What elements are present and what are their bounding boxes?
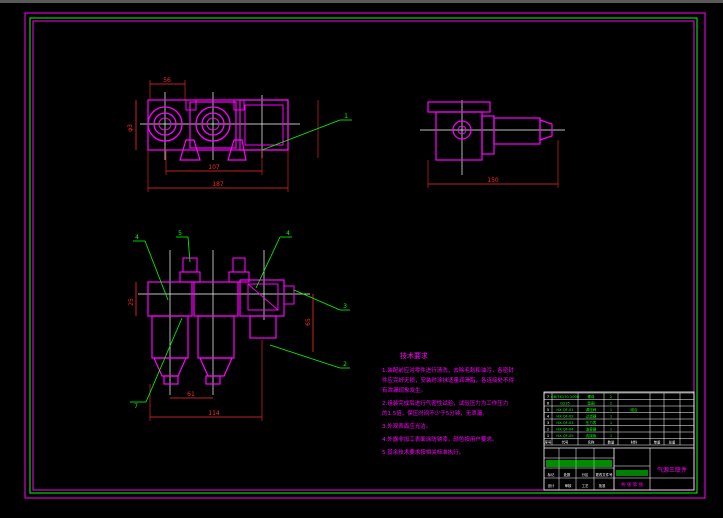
notes-line-6: 3.外观表面应光洁。 (382, 422, 431, 430)
outer-frame-top-edge (0, 0, 723, 3)
title-block-title: 气源三联件 (657, 466, 687, 474)
parts-cell: HX-QF-01 (556, 408, 573, 412)
front-balloon-4a: 4 (135, 234, 139, 241)
approve-labels: 设计 审核 工艺 批准 (548, 483, 606, 488)
side-dim-overall: 150 (487, 177, 499, 184)
front-view: 25 65 61 114 4 5 4 3 2 7 (128, 230, 350, 421)
approve-label: 工艺 (582, 483, 589, 488)
parts-cell: 2 (610, 402, 612, 406)
parts-header-cell: 名称 (588, 440, 595, 445)
parts-cell: 垫圈 (587, 401, 595, 406)
notes-title: 技术要求 (400, 351, 428, 360)
parts-cell: 5 (547, 408, 549, 412)
parts-cell: 2 (610, 395, 612, 399)
parts-cell: 1 (610, 428, 612, 432)
parts-header-cell: 代号 (562, 440, 569, 445)
title-block: 7 GB/T6170-2000 螺母 2 6 Q235 垫圈 2 5 HX-QF-01 调压阀 1 组合… (543, 391, 695, 491)
top-dim-mid: 107 (208, 164, 220, 171)
notes-line-8: 5.其余技术要求按相关标准执行。 (382, 448, 464, 456)
notes-line-5: 的1.5倍，保压时间不少于5分钟，无泄漏。 (382, 409, 488, 417)
parts-cell: Q235 (560, 402, 570, 406)
parts-header-cell: 单重 (654, 440, 661, 445)
sign-labels: 标记 处数 分区 更改文件号 (548, 472, 613, 477)
front-balloon-4b: 4 (286, 230, 290, 237)
front-dim-overall: 114 (208, 410, 220, 417)
notes-line-4: 2.组装完成后进行气密性试验，试验压力为工作压力 (382, 399, 508, 407)
side-view: 150 (420, 100, 565, 188)
parts-cell: 1 (610, 434, 612, 438)
parts-cell: HX-QF-03 (556, 421, 573, 425)
parts-header-cell: 总重 (669, 440, 676, 445)
front-balloon-7: 7 (134, 403, 138, 410)
cad-drawing: 56 φ3 107 187 1 150 25 65 61 114 4 5 4 3… (0, 0, 723, 499)
parts-cell: GB/T6170-2000 (551, 395, 580, 399)
parts-cell: 1 (610, 421, 612, 425)
approve-label: 审核 (565, 483, 572, 488)
sign-label: 更改文件号 (596, 472, 614, 477)
approve-label: 批准 (599, 483, 606, 488)
front-dim-left: 25 (128, 298, 135, 306)
drawing-frame (29, 17, 698, 494)
parts-cell: 组合 (630, 407, 638, 412)
front-balloon-5: 5 (178, 230, 182, 237)
parts-cell: 3 (547, 421, 549, 425)
parts-cell: 4 (547, 415, 550, 419)
parts-cell: HX-QF-04 (556, 428, 574, 432)
parts-list-grid: 7 GB/T6170-2000 螺母 2 6 Q235 垫圈 2 5 HX-QF-01 调压阀 1 组合… (543, 392, 695, 446)
front-dim-right: 65 (305, 318, 312, 326)
parts-header-cell: 数量 (608, 440, 615, 445)
parts-cell: 连接板 (586, 433, 597, 438)
parts-header-cell: 序号 (545, 440, 552, 445)
parts-cell: 1 (547, 434, 549, 438)
top-view: 56 φ3 107 187 1 (127, 77, 352, 192)
top-dim-overall: 187 (212, 181, 224, 188)
sign-label: 处数 (564, 472, 571, 477)
parts-cell: 1 (610, 408, 612, 412)
parts-cell: HX-QF-02 (556, 415, 573, 419)
parts-cell: 1 (610, 415, 612, 419)
parts-cell: 压力表 (586, 420, 597, 425)
technical-notes: 技术要求 1.装配前应对零件进行清洗，去除毛刺和油污，各密封 件应完好无损，安装… (382, 351, 515, 456)
parts-cell: HX-QF-05 (556, 434, 573, 438)
approve-label: 设计 (548, 483, 555, 488)
top-balloon-1: 1 (344, 113, 348, 120)
top-dim-top: 56 (163, 77, 171, 84)
title-block-sheet: 共 张 第 张 (621, 481, 644, 488)
notes-line-7: 4.外露非加工表面涂防锈漆，颜色按用户要求。 (382, 435, 497, 443)
notes-line-3: 有泄漏现象发生。 (382, 386, 426, 394)
parts-cell: 6 (547, 402, 550, 406)
parts-cell: 7 (547, 395, 549, 399)
top-dim-left: φ3 (127, 124, 134, 132)
sign-label: 分区 (582, 472, 589, 477)
notes-line-2: 件应完好无损，安装时涂抹适量润滑脂，各连接处不得 (382, 376, 515, 384)
parts-cell: 螺母 (587, 394, 595, 399)
parts-cell: 2 (547, 428, 549, 432)
drawing-frame-inner (32, 20, 695, 491)
front-balloon-3: 3 (343, 303, 347, 310)
parts-cell: 过滤器 (586, 414, 597, 419)
notes-line-1: 1.装配前应对零件进行清洗，去除毛刺和油污，各密封 (382, 366, 514, 374)
front-dim-pitch: 61 (187, 391, 195, 398)
parts-cell: 油雾器 (586, 427, 597, 432)
front-balloon-2: 2 (343, 361, 347, 368)
sign-label: 标记 (548, 472, 555, 477)
parts-header-cell: 材料 (631, 440, 638, 445)
parts-cell: 调压阀 (586, 407, 597, 412)
